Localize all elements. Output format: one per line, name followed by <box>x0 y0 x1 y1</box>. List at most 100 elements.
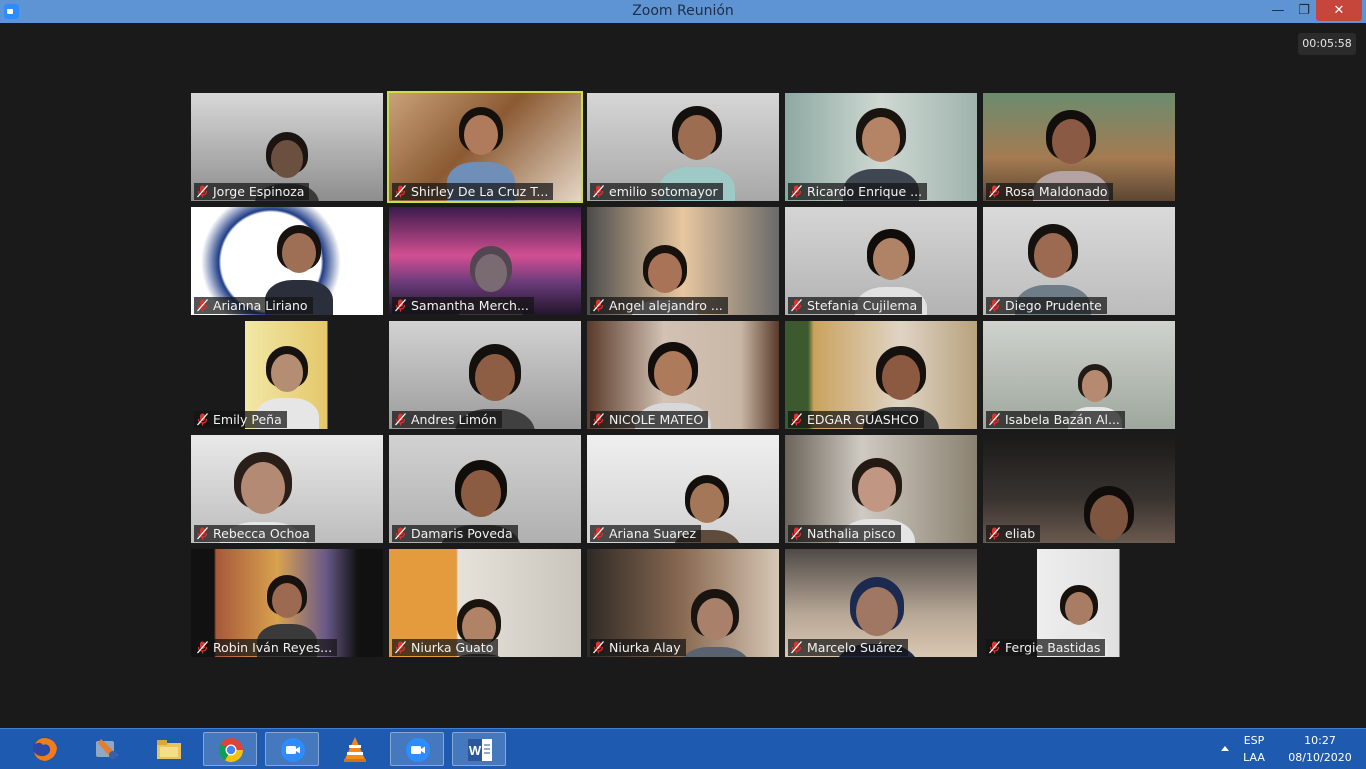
participant-name-label: Arianna Liriano <box>194 297 313 314</box>
participant-video-tile[interactable]: NICOLE MATEO <box>587 321 779 429</box>
taskbar-button-file-explorer[interactable] <box>142 732 196 766</box>
muted-mic-icon <box>197 641 208 654</box>
participant-video-tile[interactable]: Niurka Guato <box>389 549 581 657</box>
participant-face <box>270 139 304 178</box>
participant-name: Nathalia pisco <box>807 526 896 541</box>
file-explorer-icon <box>154 735 184 763</box>
participant-video-tile[interactable]: Arianna Liriano <box>191 207 383 315</box>
participant-name: Niurka Guato <box>411 640 494 655</box>
muted-mic-icon <box>791 185 802 198</box>
close-button[interactable]: ✕ <box>1316 0 1362 21</box>
taskbar-button-zoom[interactable] <box>390 732 444 766</box>
muted-mic-icon <box>989 185 1000 198</box>
muted-mic-icon <box>395 527 406 540</box>
muted-mic-icon <box>197 299 208 312</box>
participant-video-tile[interactable]: emilio sotomayor <box>587 93 779 201</box>
windows-taskbar: W <box>0 728 1366 769</box>
muted-mic-icon <box>593 641 604 654</box>
participant-video-tile[interactable]: Andres Limón <box>389 321 581 429</box>
participant-face <box>689 482 725 524</box>
vlc-icon <box>340 735 370 763</box>
taskbar-button-firefox[interactable] <box>18 732 72 766</box>
participant-name: Andres Limón <box>411 412 497 427</box>
participant-face <box>857 467 897 512</box>
participant-name: Samantha Merch... <box>411 298 529 313</box>
participant-video-tile[interactable]: Nathalia pisco <box>785 435 977 543</box>
participant-name-label: Damaris Poveda <box>392 525 518 542</box>
participant-name-label: Fergie Bastidas <box>986 639 1106 656</box>
participant-name: Diego Prudente <box>1005 298 1102 313</box>
participant-video-tile[interactable]: Ricardo Enrique ... <box>785 93 977 201</box>
muted-mic-icon <box>989 299 1000 312</box>
muted-mic-icon <box>593 527 604 540</box>
participant-name: Shirley De La Cruz T... <box>411 184 549 199</box>
participant-name-label: Shirley De La Cruz T... <box>392 183 554 200</box>
participant-video-tile[interactable]: Marcelo Suárez <box>785 549 977 657</box>
muted-mic-icon <box>395 413 406 426</box>
participant-name-label: Andres Limón <box>392 411 502 428</box>
taskbar-button-zoom[interactable] <box>265 732 319 766</box>
participant-name: Robin Iván Reyes... <box>213 640 333 655</box>
participant-video-tile[interactable]: Shirley De La Cruz T... <box>387 91 583 203</box>
clock-date[interactable]: 08/10/2020 <box>1280 751 1360 764</box>
participant-video-tile[interactable]: Stefania Cujilema <box>785 207 977 315</box>
participant-video-tile[interactable]: EDGAR GUASHCO <box>785 321 977 429</box>
participant-name: Arianna Liriano <box>213 298 308 313</box>
participant-name: NICOLE MATEO <box>609 412 704 427</box>
participant-video-tile[interactable]: Niurka Alay <box>587 549 779 657</box>
taskbar-button-chrome[interactable] <box>203 732 257 766</box>
participant-name: Rosa Maldonado <box>1005 184 1108 199</box>
maximize-button[interactable]: ❐ <box>1290 0 1318 21</box>
muted-mic-icon <box>197 185 208 198</box>
zoom-icon <box>403 736 433 764</box>
participant-name: Emily Peña <box>213 412 282 427</box>
participant-name: Angel alejandro ... <box>609 298 723 313</box>
participant-face <box>474 354 516 402</box>
participant-name-label: Ricardo Enrique ... <box>788 183 928 200</box>
participant-name-label: Isabela Bazán Al... <box>986 411 1125 428</box>
participant-video-tile[interactable]: Angel alejandro ... <box>587 207 779 315</box>
participant-face <box>647 252 683 294</box>
participant-video-tile[interactable]: Fergie Bastidas <box>983 549 1175 657</box>
participant-face <box>861 117 901 162</box>
participant-name-label: emilio sotomayor <box>590 183 723 200</box>
participant-name-label: Jorge Espinoza <box>194 183 310 200</box>
meeting-timer: 00:05:58 <box>1298 33 1356 55</box>
participant-video-tile[interactable]: Jorge Espinoza <box>191 93 383 201</box>
muted-mic-icon <box>593 299 604 312</box>
minimize-button[interactable]: — <box>1264 0 1292 21</box>
clock-time[interactable]: 10:27 <box>1280 734 1360 747</box>
taskbar-button-vlc[interactable] <box>328 732 382 766</box>
participant-video-tile[interactable]: eliab <box>983 435 1175 543</box>
window-titlebar: Zoom Reunión — ❐ ✕ <box>0 0 1366 23</box>
participant-video-tile[interactable]: Isabela Bazán Al... <box>983 321 1175 429</box>
participant-name-label: Samantha Merch... <box>392 297 534 314</box>
participant-video-tile[interactable]: Robin Iván Reyes... <box>191 549 383 657</box>
participant-video-tile[interactable]: Ariana Suarez <box>587 435 779 543</box>
participant-video-tile[interactable]: Rosa Maldonado <box>983 93 1175 201</box>
zoom-icon <box>278 736 308 764</box>
tray-expand-icon[interactable] <box>1221 746 1229 751</box>
language-indicator-top[interactable]: ESP <box>1240 734 1268 747</box>
word-icon: W <box>465 736 495 764</box>
participant-name: Niurka Alay <box>609 640 681 655</box>
participant-name-label: Diego Prudente <box>986 297 1107 314</box>
participant-name-label: Rosa Maldonado <box>986 183 1113 200</box>
participant-video-tile[interactable]: Diego Prudente <box>983 207 1175 315</box>
participant-face <box>677 115 717 160</box>
muted-mic-icon <box>593 413 604 426</box>
participant-name-label: Stefania Cujilema <box>788 297 923 314</box>
participant-name-label: Niurka Alay <box>590 639 686 656</box>
participant-name: Stefania Cujilema <box>807 298 918 313</box>
taskbar-button-media-player[interactable] <box>80 732 134 766</box>
chrome-icon <box>216 736 246 764</box>
language-indicator-bottom[interactable]: LAA <box>1240 751 1268 764</box>
participant-face <box>240 462 286 514</box>
participant-video-tile[interactable]: Emily Peña <box>191 321 383 429</box>
participant-video-tile[interactable]: Samantha Merch... <box>389 207 581 315</box>
taskbar-button-word[interactable]: W <box>452 732 506 766</box>
participant-video-tile[interactable]: Damaris Poveda <box>389 435 581 543</box>
participant-name-label: EDGAR GUASHCO <box>788 411 924 428</box>
participant-video-tile[interactable]: Rebecca Ochoa <box>191 435 383 543</box>
participant-name-label: Emily Peña <box>194 411 287 428</box>
